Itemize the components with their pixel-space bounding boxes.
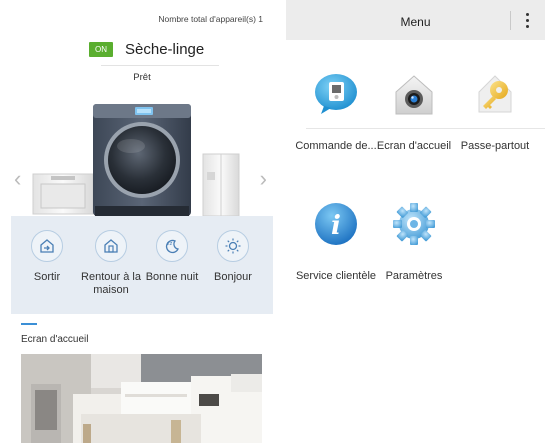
section-accent [21, 323, 37, 325]
mode-bonjour[interactable]: Bonjour [201, 230, 265, 284]
svg-text:i: i [331, 211, 341, 241]
tile-passe-partout[interactable]: Passe-partout [460, 70, 530, 152]
tile-parametres[interactable]: Paramètres [379, 200, 449, 282]
appliances-illustration [32, 104, 240, 217]
mode-bar: Sortir Rentour à la maison zz Bonne nuit… [11, 216, 273, 314]
tile-label: Commande de... [295, 140, 377, 152]
gear-icon [390, 200, 438, 248]
menu-panel: Menu Commande de... Ecran d'accueil Pass… [286, 0, 545, 443]
home-screen-section-title: Ecran d'accueil [21, 334, 89, 345]
divider [101, 65, 219, 66]
tile-label: Service clientèle [295, 270, 377, 282]
home-icon [95, 230, 127, 262]
svg-text:zz: zz [167, 241, 173, 247]
device-name: Sèche-linge [125, 41, 205, 58]
divider [306, 128, 545, 129]
info-icon: i [312, 200, 360, 248]
moon-sleep-icon: zz [156, 230, 188, 262]
divider [510, 11, 511, 30]
menu-title: Menu [400, 15, 431, 29]
kitchen-photo [21, 354, 262, 443]
appliance-carousel[interactable]: ‹ › [11, 88, 273, 217]
mode-label: Bonjour [214, 271, 252, 283]
tile-label: Paramètres [385, 270, 443, 282]
menu-header: Menu [286, 0, 545, 40]
remote-control-chat-icon [312, 70, 360, 118]
mode-retour-maison[interactable]: Rentour à la maison [79, 230, 143, 297]
mode-label: Bonne nuit [145, 271, 199, 283]
device-count-label: Nombre total d'appareil(s) 1 [158, 14, 263, 24]
smart-home-panel: Nombre total d'appareil(s) 1 ON Sèche-li… [0, 0, 276, 443]
mode-label: Sortir [33, 271, 61, 283]
home-screen-photo[interactable] [21, 354, 262, 443]
mode-bonne-nuit[interactable]: zz Bonne nuit [140, 230, 204, 284]
key-icon [471, 70, 519, 118]
tile-ecran-accueil[interactable]: Ecran d'accueil [377, 70, 451, 152]
exit-house-icon [31, 230, 63, 262]
tile-label: Passe-partout [460, 140, 530, 152]
chevron-right-icon[interactable]: › [260, 168, 267, 190]
more-options-icon[interactable] [519, 11, 535, 30]
sun-icon [217, 230, 249, 262]
tile-service-clientele[interactable]: i Service clientèle [296, 200, 376, 282]
device-status: Prêt [133, 72, 151, 83]
mode-label: Rentour à la maison [81, 271, 141, 296]
home-camera-icon [390, 70, 438, 118]
mode-sortir[interactable]: Sortir [15, 230, 79, 284]
tile-commande[interactable]: Commande de... [295, 70, 377, 152]
tile-label: Ecran d'accueil [376, 140, 452, 152]
power-status-badge[interactable]: ON [89, 42, 113, 57]
chevron-left-icon[interactable]: ‹ [14, 168, 21, 190]
device-header[interactable]: ON Sèche-linge [89, 41, 204, 58]
